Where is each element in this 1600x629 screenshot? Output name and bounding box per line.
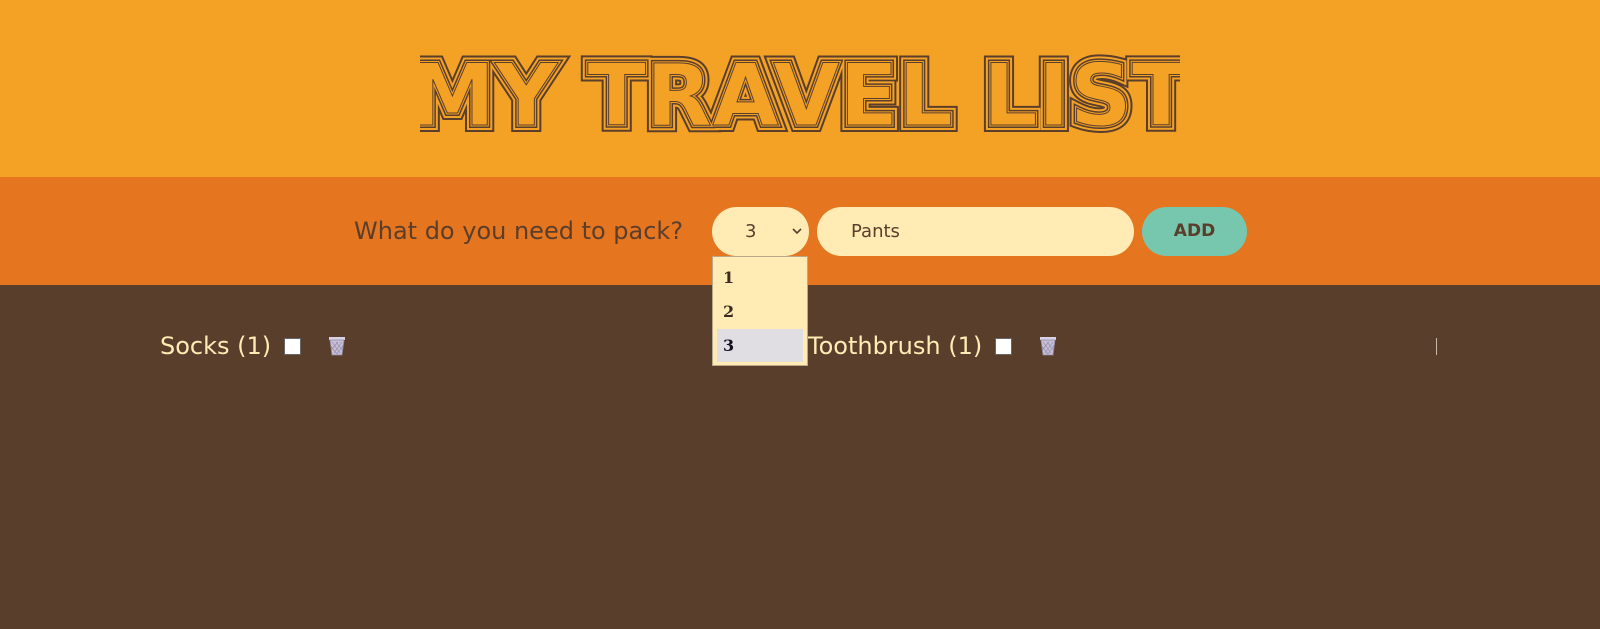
form-prompt: What do you need to pack?: [354, 217, 684, 245]
quantity-select[interactable]: 3: [712, 207, 809, 256]
page-header: MY TRAVEL LIST MY TRAVEL LIST MY TRAVEL …: [0, 0, 1600, 177]
quantity-selected-value: 3: [745, 221, 757, 242]
trash-icon[interactable]: [1038, 335, 1058, 357]
item-input[interactable]: Pants: [817, 207, 1134, 256]
packed-checkbox[interactable]: [284, 337, 302, 355]
page-title: MY TRAVEL LIST MY TRAVEL LIST MY TRAVEL …: [420, 39, 1180, 139]
quantity-dropdown-menu: 1 2 3: [712, 256, 808, 366]
quantity-option[interactable]: 1: [717, 261, 803, 294]
quantity-option[interactable]: 2: [717, 295, 803, 328]
item-label: Toothbrush (1): [808, 332, 983, 360]
chevron-down-icon: [792, 228, 802, 235]
svg-text:MY TRAVEL LIST: MY TRAVEL LIST: [420, 46, 1180, 139]
item-input-value: Pants: [851, 221, 900, 242]
add-button[interactable]: ADD: [1142, 207, 1247, 256]
list-item: Socks (1): [160, 330, 347, 362]
list-item: Toothbrush (1): [808, 330, 1058, 362]
quantity-option-selected[interactable]: 3: [717, 329, 803, 362]
packed-checkbox[interactable]: [995, 337, 1013, 355]
trash-icon[interactable]: [327, 335, 347, 357]
item-label: Socks (1): [160, 332, 272, 360]
text-cursor: [1436, 338, 1437, 355]
